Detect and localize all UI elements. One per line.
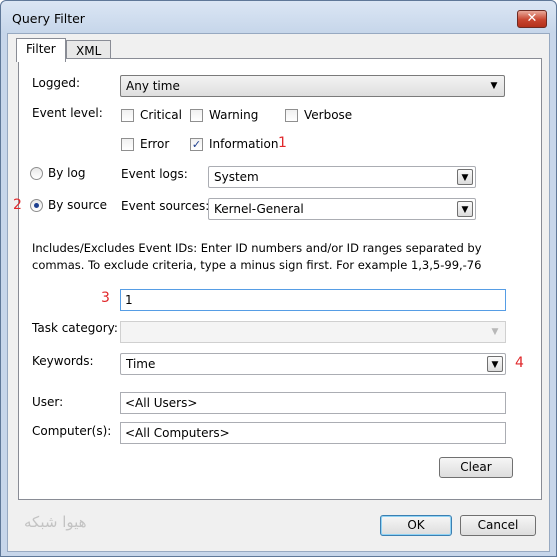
event-sources-select[interactable]: Kernel-General ▼ bbox=[208, 198, 476, 220]
user-value: <All Users> bbox=[125, 396, 198, 410]
event-logs-value: System bbox=[214, 170, 259, 184]
chevron-down-icon: ▼ bbox=[490, 81, 498, 91]
event-ids-input[interactable]: 1 bbox=[120, 289, 506, 311]
computer-label: Computer(s): bbox=[32, 424, 112, 438]
watermark-text: هیوا شبکه bbox=[24, 513, 87, 531]
checkmark-icon: ✓ bbox=[191, 138, 202, 151]
task-category-label: Task category: bbox=[32, 321, 118, 335]
clear-button[interactable]: Clear bbox=[439, 457, 513, 478]
event-sources-value: Kernel-General bbox=[214, 202, 304, 216]
error-label: Error bbox=[140, 137, 170, 151]
window-title: Query Filter bbox=[12, 11, 85, 26]
ok-label: OK bbox=[407, 518, 425, 532]
title-bar: Query Filter ✕ bbox=[1, 1, 556, 33]
tab-xml-label: XML bbox=[76, 44, 102, 58]
radio-selected-dot bbox=[34, 203, 39, 208]
clear-label: Clear bbox=[460, 460, 492, 474]
warning-checkbox[interactable] bbox=[190, 109, 203, 122]
event-logs-label: Event logs: bbox=[121, 167, 188, 181]
chevron-down-icon: ▼ bbox=[487, 356, 503, 372]
information-checkbox[interactable]: ✓ bbox=[190, 138, 203, 151]
query-filter-window: Query Filter ✕ Filter XML Logged: Any ti… bbox=[0, 0, 557, 557]
chevron-down-icon: ▼ bbox=[491, 327, 499, 337]
by-log-label: By log bbox=[48, 166, 86, 180]
verbose-label: Verbose bbox=[304, 108, 353, 122]
logged-label: Logged: bbox=[32, 76, 81, 90]
user-input[interactable]: <All Users> bbox=[120, 392, 506, 414]
logged-select[interactable]: Any time ▼ bbox=[120, 75, 505, 97]
event-sources-label: Event sources: bbox=[121, 199, 210, 213]
dialog-client-area: Filter XML Logged: Any time ▼ Event leve… bbox=[7, 33, 550, 552]
tab-filter-label: Filter bbox=[26, 42, 56, 56]
keywords-value: Time bbox=[126, 357, 156, 371]
annotation-2: 2 bbox=[13, 197, 22, 213]
ok-button[interactable]: OK bbox=[380, 515, 452, 536]
chevron-down-icon: ▼ bbox=[457, 169, 473, 185]
critical-label: Critical bbox=[140, 108, 182, 122]
annotation-3: 3 bbox=[101, 290, 110, 306]
keywords-label: Keywords: bbox=[32, 354, 94, 368]
keywords-select[interactable]: Time ▼ bbox=[120, 353, 506, 375]
filter-panel: Logged: Any time ▼ Event level: Critical… bbox=[13, 58, 542, 500]
by-source-label: By source bbox=[48, 198, 107, 212]
cancel-button[interactable]: Cancel bbox=[460, 515, 536, 536]
computer-value: <All Computers> bbox=[125, 426, 230, 440]
computer-input[interactable]: <All Computers> bbox=[120, 422, 506, 444]
user-label: User: bbox=[32, 395, 64, 409]
tab-filter[interactable]: Filter bbox=[16, 38, 66, 62]
event-logs-select[interactable]: System ▼ bbox=[208, 166, 476, 188]
by-source-radio[interactable] bbox=[30, 199, 43, 212]
annotation-1: 1 bbox=[278, 135, 287, 151]
verbose-checkbox[interactable] bbox=[285, 109, 298, 122]
warning-label: Warning bbox=[209, 108, 259, 122]
event-ids-help: Includes/Excludes Event IDs: Enter ID nu… bbox=[32, 241, 482, 272]
cancel-label: Cancel bbox=[477, 518, 519, 532]
event-ids-value: 1 bbox=[125, 293, 133, 307]
chevron-down-icon: ▼ bbox=[457, 201, 473, 217]
information-label: Information bbox=[209, 137, 279, 151]
event-level-label: Event level: bbox=[32, 106, 103, 120]
close-button[interactable]: ✕ bbox=[517, 10, 547, 28]
critical-checkbox[interactable] bbox=[121, 109, 134, 122]
error-checkbox[interactable] bbox=[121, 138, 134, 151]
by-log-radio[interactable] bbox=[30, 167, 43, 180]
task-category-select: ▼ bbox=[120, 321, 506, 343]
close-icon: ✕ bbox=[526, 11, 538, 26]
logged-value: Any time bbox=[126, 79, 180, 93]
annotation-4: 4 bbox=[515, 355, 524, 371]
